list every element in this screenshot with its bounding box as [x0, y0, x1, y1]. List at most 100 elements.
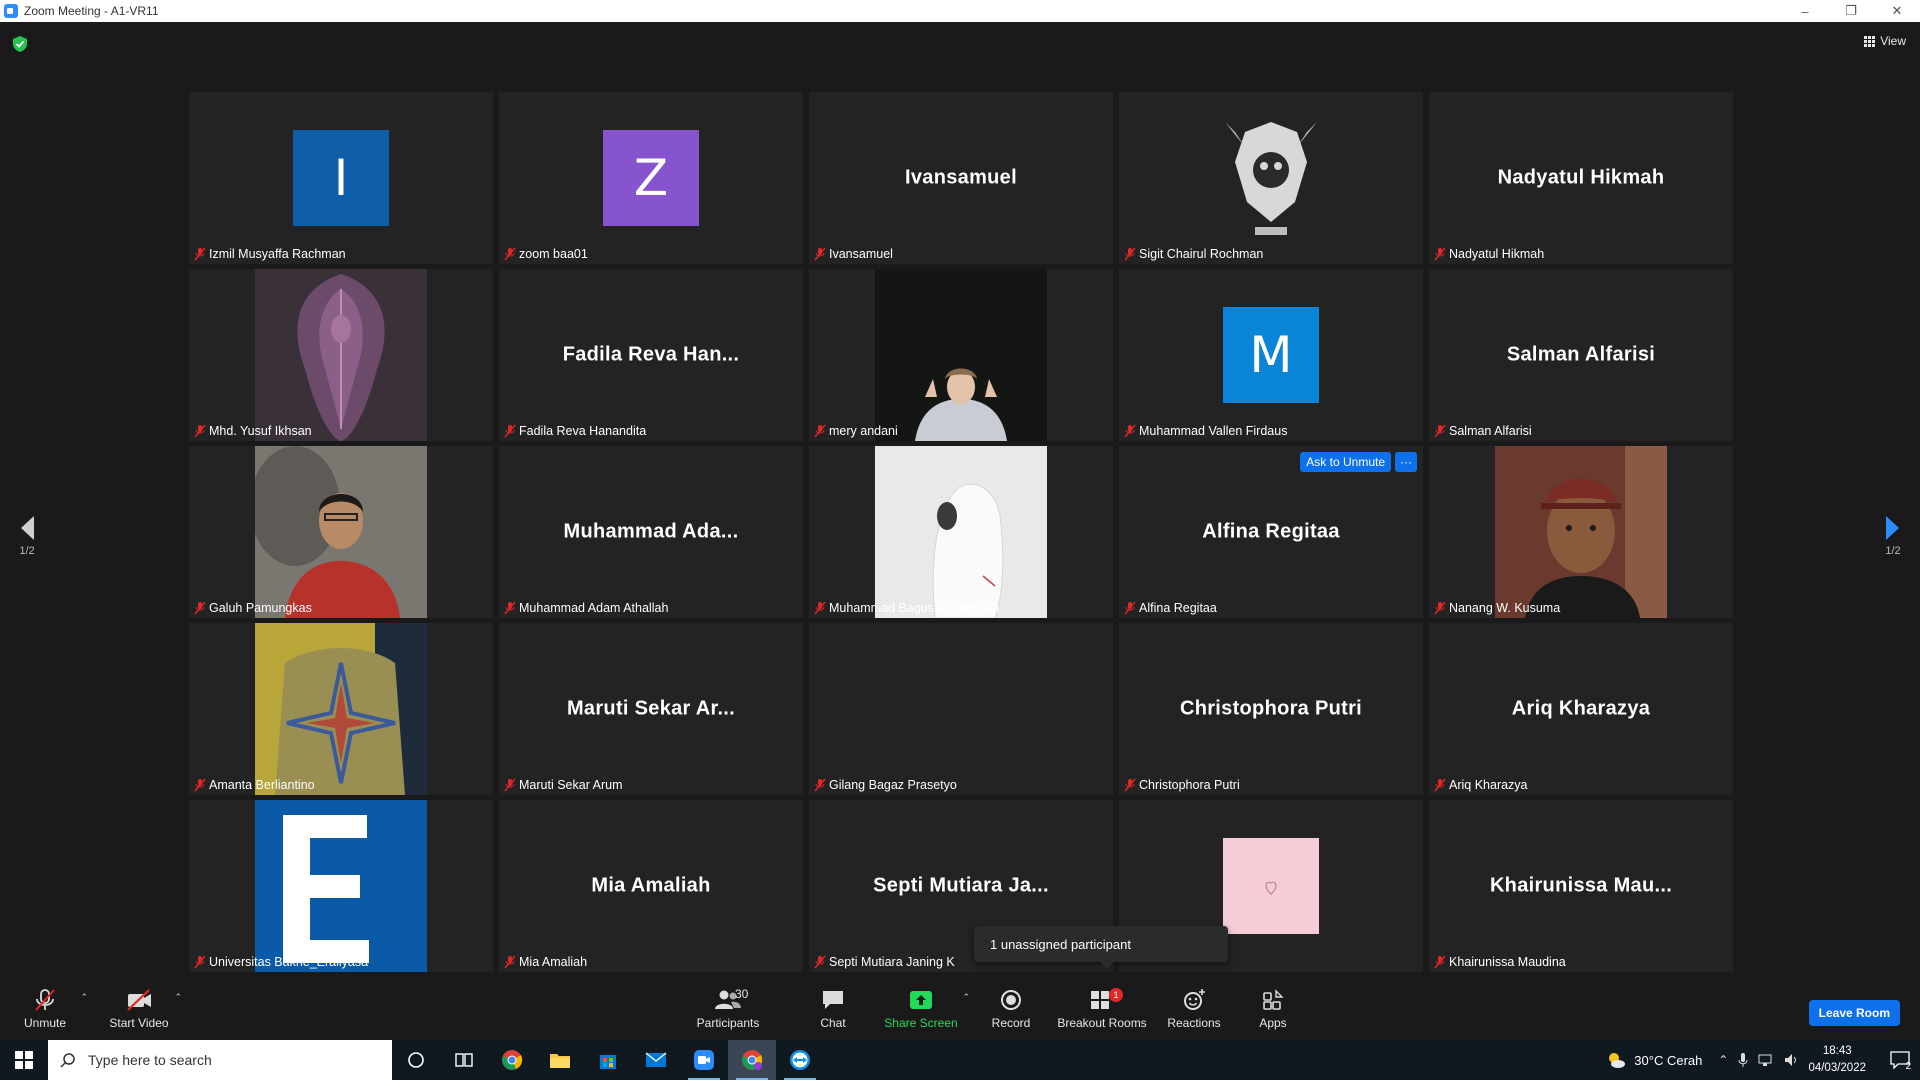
participant-tile[interactable]: Ivansamuel Ivansamuel	[809, 92, 1113, 264]
mail-icon[interactable]	[632, 1040, 680, 1080]
participant-display-name: Alfina Regitaa	[1202, 520, 1340, 543]
participant-name: Christophora Putri	[1139, 778, 1240, 792]
participant-tile[interactable]: Nanang W. Kusuma	[1429, 446, 1733, 618]
muted-mic-icon	[504, 955, 516, 969]
participant-label: Fadila Reva Hanandita	[502, 423, 648, 439]
participant-tile[interactable]: Salman Alfarisi Salman Alfarisi	[1429, 269, 1733, 441]
chrome-icon[interactable]	[488, 1040, 536, 1080]
view-button[interactable]: View	[1864, 34, 1906, 48]
restore-icon[interactable]: ❐	[1828, 0, 1874, 22]
breakout-rooms-badge: 1	[1109, 988, 1123, 1002]
participant-name: Galuh Pamungkas	[209, 601, 312, 615]
taskbar-search-box[interactable]: Type here to search	[48, 1040, 392, 1080]
more-options-button[interactable]: ···	[1395, 452, 1417, 472]
muted-mic-icon	[1434, 778, 1446, 792]
start-video-button[interactable]: Start Video ⌃	[94, 988, 184, 1030]
clock-time: 18:43	[1822, 1045, 1852, 1057]
participant-tile[interactable]: Amanta Berliantino	[189, 623, 493, 795]
participant-tile[interactable]: Sigit Chairul Rochman	[1119, 92, 1423, 264]
teamviewer-icon[interactable]	[776, 1040, 824, 1080]
start-button[interactable]	[0, 1040, 48, 1080]
participant-tile[interactable]: Fadila Reva Han... Fadila Reva Hanandita	[499, 269, 803, 441]
participant-name: Muhammad Adam Athallah	[519, 601, 669, 615]
participant-tile[interactable]: I Izmil Musyaffa Rachman	[189, 92, 493, 264]
participant-tile[interactable]: Muhammad Ada... Muhammad Adam Athallah	[499, 446, 803, 618]
task-view-icon[interactable]	[440, 1040, 488, 1080]
network-icon[interactable]	[1758, 1053, 1774, 1067]
participant-tile[interactable]: Galuh Pamungkas	[189, 446, 493, 618]
tray-icons: ⌃	[1718, 1052, 1800, 1068]
volume-icon[interactable]	[1784, 1053, 1800, 1067]
participant-tile[interactable]: Mhd. Yusuf Ikhsan	[189, 269, 493, 441]
muted-mic-icon	[504, 778, 516, 792]
shield-icon[interactable]	[13, 36, 27, 52]
participant-tile[interactable]: Ariq Kharazya Ariq Kharazya	[1429, 623, 1733, 795]
participant-name: Amanta Berliantino	[209, 778, 315, 792]
taskbar-clock[interactable]: 18:43 04/03/2022	[1808, 1043, 1866, 1077]
file-explorer-icon[interactable]	[536, 1040, 584, 1080]
participant-name: Izmil Musyaffa Rachman	[209, 247, 346, 261]
microsoft-store-icon[interactable]	[584, 1040, 632, 1080]
muted-mic-icon	[1124, 778, 1136, 792]
zoom-taskbar-icon[interactable]	[680, 1040, 728, 1080]
participant-name: Salman Alfarisi	[1449, 424, 1532, 438]
participant-name: Gilang Bagaz Prasetyo	[829, 778, 957, 792]
chat-button[interactable]: Chat	[788, 988, 878, 1030]
record-button[interactable]: Record	[966, 988, 1056, 1030]
apps-button[interactable]: Apps	[1228, 988, 1318, 1030]
participants-button[interactable]: 30 Participants	[683, 987, 773, 1030]
muted-mic-icon	[1434, 424, 1446, 438]
share-screen-button[interactable]: Share Screen ⌃	[876, 988, 970, 1030]
window-controls: – ❐ ✕	[1782, 0, 1920, 22]
participant-name: Alfina Regitaa	[1139, 601, 1217, 615]
muted-mic-icon	[814, 778, 826, 792]
chrome-profile-icon[interactable]	[728, 1040, 776, 1080]
search-icon	[60, 1053, 75, 1068]
grid-view-icon	[1864, 35, 1876, 47]
next-page-button[interactable]: 1/2	[1884, 514, 1902, 557]
reactions-button[interactable]: Reactions	[1149, 988, 1239, 1030]
minimize-icon[interactable]: –	[1782, 0, 1828, 22]
ask-to-unmute-button[interactable]: Ask to Unmute	[1300, 452, 1391, 472]
microphone-icon[interactable]	[1738, 1052, 1748, 1068]
muted-mic-icon	[194, 247, 206, 261]
participant-tile[interactable]: Khairunissa Mau... Khairunissa Maudina	[1429, 800, 1733, 972]
beanie-profile-image	[1495, 446, 1667, 618]
pink-heart-profile-image	[1223, 838, 1319, 934]
participant-tile[interactable]: Gilang Bagaz Prasetyo	[809, 623, 1113, 795]
show-hidden-icons-icon[interactable]: ⌃	[1718, 1053, 1728, 1067]
participant-tile[interactable]: Universitas Bakrie_Erallyasa	[189, 800, 493, 972]
share-screen-icon	[910, 991, 932, 1009]
participant-tile[interactable]: Ask to Unmute ··· Alfina Regitaa Alfina …	[1119, 446, 1423, 618]
unmute-button[interactable]: Unmute ⌃	[0, 988, 90, 1030]
participant-tile[interactable]: Mia Amaliah Mia Amaliah	[499, 800, 803, 972]
close-icon[interactable]: ✕	[1874, 0, 1920, 22]
audio-options-caret-icon[interactable]: ⌃	[80, 992, 88, 1003]
avatar: M	[1223, 307, 1319, 403]
participant-tile[interactable]: Christophora Putri Christophora Putri	[1119, 623, 1423, 795]
participant-tile[interactable]: Muhammad Bagus Ardiansyah	[809, 446, 1113, 618]
muted-mic-icon	[814, 247, 826, 261]
participant-tile[interactable]: mery andani	[809, 269, 1113, 441]
notification-center-button[interactable]: 2	[1880, 1040, 1920, 1080]
previous-page-button[interactable]: 1/2	[18, 514, 36, 557]
participant-label: Muhammad Adam Athallah	[502, 600, 670, 616]
muted-mic-icon	[194, 778, 206, 792]
muted-mic-icon	[1124, 424, 1136, 438]
participant-label: Khairunissa Maudina	[1432, 954, 1568, 970]
leave-room-button[interactable]: Leave Room	[1808, 1000, 1900, 1026]
meeting-toolbar: Unmute ⌃ Start Video ⌃ 30 Participants C…	[0, 980, 1920, 1040]
cortana-icon[interactable]	[392, 1040, 440, 1080]
breakout-rooms-button[interactable]: 1 Breakout Rooms	[1057, 988, 1147, 1030]
muted-mic-icon	[1434, 955, 1446, 969]
participants-count: 30	[735, 987, 749, 1001]
participant-tile[interactable]: Maruti Sekar Ar... Maruti Sekar Arum	[499, 623, 803, 795]
participant-tile[interactable]: Nadyatul Hikmah Nadyatul Hikmah	[1429, 92, 1733, 264]
weather-widget[interactable]: 30°C Cerah	[1606, 1050, 1702, 1070]
participant-tile[interactable]: Z zoom baa01	[499, 92, 803, 264]
participant-tile[interactable]: M Muhammad Vallen Firdaus	[1119, 269, 1423, 441]
avatar: I	[293, 130, 389, 226]
system-tray: 30°C Cerah ⌃ 18:43 04/03/2022 2	[1606, 1040, 1920, 1080]
video-options-caret-icon[interactable]: ⌃	[174, 992, 182, 1003]
participant-label: Amanta Berliantino	[192, 777, 317, 793]
